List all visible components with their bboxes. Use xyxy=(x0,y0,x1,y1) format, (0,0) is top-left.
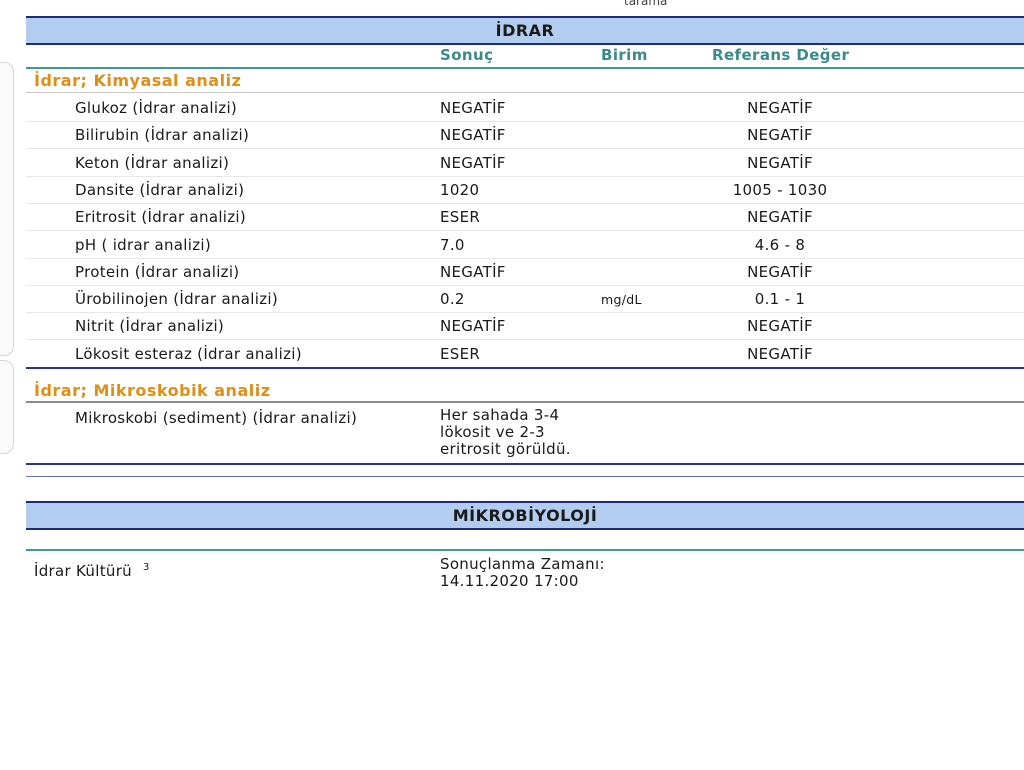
table-row: Dansite (İdrar analizi) 1020 1005 - 1030 xyxy=(26,176,1024,204)
test-name: Protein (İdrar analizi) xyxy=(75,262,240,281)
table-row: Eritrosit (İdrar analizi) ESER NEGATİF xyxy=(26,203,1024,232)
microscopy-name: Mikroskobi (sediment) (İdrar analizi) xyxy=(75,409,358,427)
culture-footnote: 3 xyxy=(143,562,150,573)
group-title-microscopic: İdrar; Mikroskobik analiz xyxy=(34,381,271,400)
section-header-idrar: İDRAR xyxy=(26,16,1024,45)
table-row: Lökosit esteraz (İdrar analizi) ESER NEGAT… xyxy=(26,340,1024,368)
table-row: Nitrit (İdrar analizi) NEGATİF NEGATİF xyxy=(26,312,1024,341)
test-result: NEGATİF xyxy=(440,317,506,336)
test-result: ESER xyxy=(440,344,481,363)
test-name: pH ( idrar analizi) xyxy=(75,235,211,254)
test-result: NEGATİF xyxy=(440,99,506,117)
reference-value-text: 4.6 - 8 xyxy=(754,235,806,254)
result-time-value: 14.11.2020 17:00 xyxy=(440,572,579,590)
test-name: Nitrit (İdrar analizi) xyxy=(75,317,225,336)
table-row: Keton (İdrar analizi) NEGATİF NEGATİF xyxy=(26,149,1024,177)
microscopy-result-line: eritrosit görüldü. xyxy=(440,440,571,458)
window-edge-lower xyxy=(0,360,14,454)
reference-value-text: 0.1 - 1 xyxy=(754,290,806,309)
test-name: Keton (İdrar analizi) xyxy=(75,153,230,172)
column-header-unit: Birim xyxy=(601,46,648,64)
section-header-microbiology: MİKROBİYOLOJİ xyxy=(26,501,1024,530)
reference-value-text: NEGATİF xyxy=(747,262,813,281)
window-edge xyxy=(0,62,14,356)
microbiology-divider xyxy=(26,549,1024,551)
test-name: Bilirubin (İdrar analizi) xyxy=(75,126,250,145)
group-divider xyxy=(26,92,1024,93)
table-row: pH ( idrar analizi) 7.0 4.6 - 8 xyxy=(26,231,1024,259)
test-result: ESER xyxy=(440,208,481,227)
reference-value-text: NEGATİF xyxy=(747,126,813,145)
table-row: Protein (İdrar analizi) NEGATİF NEGATİF xyxy=(26,258,1024,286)
group-title-chemical: İdrar; Kimyasal analiz xyxy=(34,71,242,90)
test-name: Eritrosit (İdrar analizi) xyxy=(75,208,247,227)
reference-value-text: NEGATİF xyxy=(747,153,813,172)
reference-value-text: NEGATİF xyxy=(747,99,813,117)
reference-value-text: NEGATİF xyxy=(747,317,813,336)
test-name: Dansite (İdrar analizi) xyxy=(75,180,245,199)
culture-result: Sonuçlanma Zamanı: 14.11.2020 17:00 xyxy=(440,556,605,590)
section-end-line-2 xyxy=(26,476,1024,477)
culture-name: İdrar Kültürü 3 xyxy=(34,559,150,580)
microscopy-result-line: Her sahada 3-4 xyxy=(440,406,560,424)
section-end-line xyxy=(26,463,1024,465)
reference-value-text: 1005 - 1030 xyxy=(732,180,828,199)
test-result: 0.2 xyxy=(440,290,465,309)
column-header-reference: Referans Değer xyxy=(712,46,850,64)
table-end-line xyxy=(26,367,1024,369)
culture-name-text: İdrar Kültürü xyxy=(34,562,132,580)
column-header-divider xyxy=(26,67,1024,69)
result-time-label: Sonuçlanma Zamanı: xyxy=(440,555,605,573)
test-unit: mg/dL xyxy=(601,292,642,308)
test-result: NEGATİF xyxy=(440,153,506,172)
microscopy-result: Her sahada 3-4 lökosit ve 2-3 eritrosit … xyxy=(440,407,571,458)
test-name: Lökosit esteraz (İdrar analizi) xyxy=(75,344,302,363)
table-row: Ürobilinojen (İdrar analizi) 0.2 mg/dL 0.1 … xyxy=(26,285,1024,314)
test-result: NEGATİF xyxy=(440,126,506,145)
reference-value-text: NEGATİF xyxy=(747,208,813,227)
test-name: Ürobilinojen (İdrar analizi) xyxy=(75,290,278,309)
table-row: Glukoz (İdrar analizi) NEGATİF NEGATİF xyxy=(26,94,1024,122)
cut-off-text: tarama xyxy=(624,0,668,8)
test-result: NEGATİF xyxy=(440,262,506,281)
test-result: 7.0 xyxy=(440,235,465,254)
column-header-result: Sonuç xyxy=(440,46,494,64)
microscopy-result-line: lökosit ve 2-3 xyxy=(440,423,545,441)
test-result: 1020 xyxy=(440,180,480,199)
table-row: Bilirubin (İdrar analizi) NEGATİF NEGATİF xyxy=(26,121,1024,150)
group-divider-micro xyxy=(26,401,1024,403)
test-name: Glukoz (İdrar analizi) xyxy=(75,99,238,117)
reference-value-text: NEGATİF xyxy=(747,344,813,363)
